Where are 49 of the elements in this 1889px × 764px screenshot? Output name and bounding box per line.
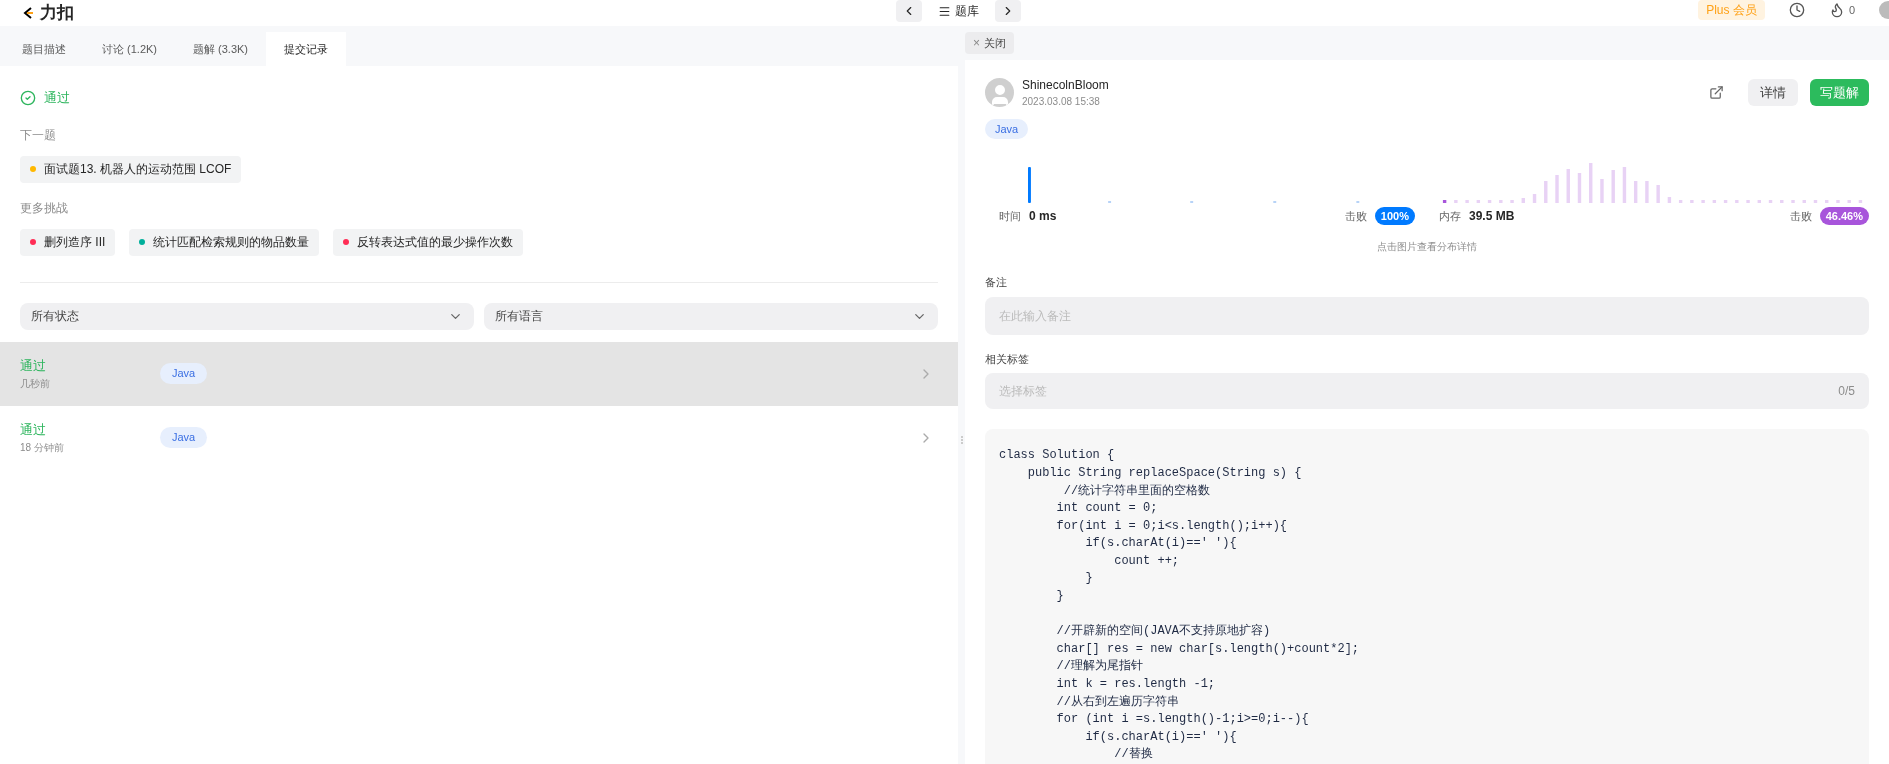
runtime-value: 0 ms <box>1029 208 1057 226</box>
language-tag: Java <box>160 427 208 448</box>
field-label: 相关标签 <box>985 351 1029 367</box>
submission-date: 2023.03.08 15:38 <box>1022 95 1100 110</box>
stat-label: 时间 <box>999 209 1021 225</box>
result-status: 通过 <box>44 89 70 107</box>
submission-row[interactable]: 通过 几秒前 Java <box>0 341 958 406</box>
submission-time: 18 分钟前 <box>20 440 64 455</box>
submission-status: 通过 <box>20 421 46 440</box>
tab[interactable]: 讨论 (1.2K) <box>84 32 175 66</box>
beat-label: 击败 <box>1789 209 1812 225</box>
challenge-chip[interactable]: 删列造序 III <box>20 228 116 256</box>
language-tag: Java <box>160 363 208 384</box>
chart-hint: 点击图片查看分布详情 <box>1377 240 1477 255</box>
streak-count: 0 <box>1848 2 1855 18</box>
submission-status: 通过 <box>20 357 46 376</box>
memory-beat-badge: 46.46% <box>1819 207 1869 226</box>
tab[interactable]: 题目描述 <box>4 32 84 66</box>
challenge-chip[interactable]: 统计匹配检索规则的物品数量 <box>129 228 320 256</box>
close-tab[interactable]: × 关闭 <box>965 32 1014 55</box>
submission-time: 几秒前 <box>20 376 50 391</box>
check-circle-icon <box>20 89 36 106</box>
filter-dropdown[interactable]: 所有状态 <box>20 302 474 330</box>
challenge-chip[interactable]: 反转表达式值的最少操作次数 <box>333 228 524 256</box>
section-label: 更多挑战 <box>20 199 68 217</box>
memory-value: 39.5 MB <box>1469 208 1515 226</box>
avatar <box>985 78 1014 108</box>
previous-button[interactable] <box>896 0 922 22</box>
tag-count: 0/5 <box>1838 383 1855 401</box>
filter-dropdown[interactable]: 所有语言 <box>484 302 938 330</box>
next-button[interactable] <box>995 0 1021 22</box>
code-block: class Solution { public String replaceSpace(String s) { //统计字符串里面的空格数 int count = 0; for(int i = 0;i<s.length();i++){ if(s.charAt(i)==' '){ count ++; } } //开辟新的空间(JAVA不支持原地扩容) char[] res = new char[s.length()+count*2]; //理解为尾指针 int k = res.length -1; //从右到左遍历字符串 for (int i =s.length()-1;i>=0;i--){ if(s.charAt(i)==' '){ //替换 <box>985 429 1869 764</box>
next-problem-chip[interactable]: 面试题13. 机器人的运动范围 LCOF <box>20 155 242 183</box>
logo-text[interactable]: 力扣 <box>40 0 74 26</box>
tab[interactable]: 题解 (3.3K) <box>175 32 267 66</box>
runtime-beat-badge: 100% <box>1374 207 1415 226</box>
share-icon[interactable] <box>1709 85 1724 101</box>
user-name[interactable]: ShinecolnBloom <box>1022 76 1109 95</box>
menu-icon <box>938 4 951 18</box>
tab[interactable]: 提交记录 <box>266 32 347 66</box>
section-label: 下一题 <box>20 126 56 144</box>
field-label: 备注 <box>985 275 1007 291</box>
stat-label: 内存 <box>1439 209 1461 225</box>
problem-list-button[interactable]: 题库 <box>930 2 987 20</box>
clock-icon[interactable] <box>1788 2 1805 18</box>
drag-handle-icon[interactable] <box>960 436 963 444</box>
language-tag: Java <box>985 119 1029 140</box>
details-button[interactable]: 详情 <box>1748 79 1798 107</box>
beat-label: 击败 <box>1344 209 1367 225</box>
